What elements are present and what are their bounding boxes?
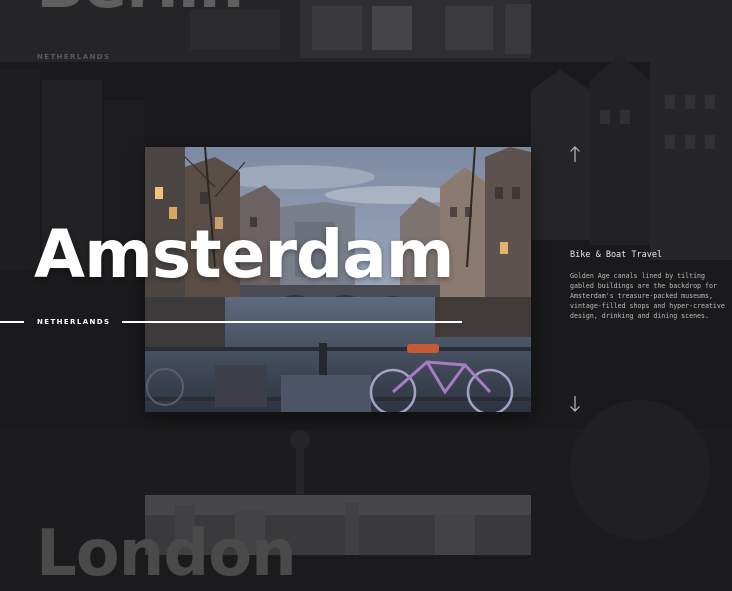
arrow-down-icon[interactable] xyxy=(569,395,581,413)
city-country: NETHERLANDS xyxy=(37,318,111,326)
arrow-up-icon[interactable] xyxy=(569,145,581,163)
previous-city-country: NETHERLANDS xyxy=(37,53,111,61)
travel-heading: Bike & Boat Travel xyxy=(570,250,663,260)
city-description: Golden Age canals lined by tilting gable… xyxy=(570,272,725,320)
city-title: Amsterdam xyxy=(34,216,455,293)
next-city-title[interactable]: London xyxy=(36,522,297,586)
title-rule-left xyxy=(0,321,24,323)
title-rule-right xyxy=(122,321,462,323)
previous-city-title[interactable]: Berlin xyxy=(36,0,244,18)
